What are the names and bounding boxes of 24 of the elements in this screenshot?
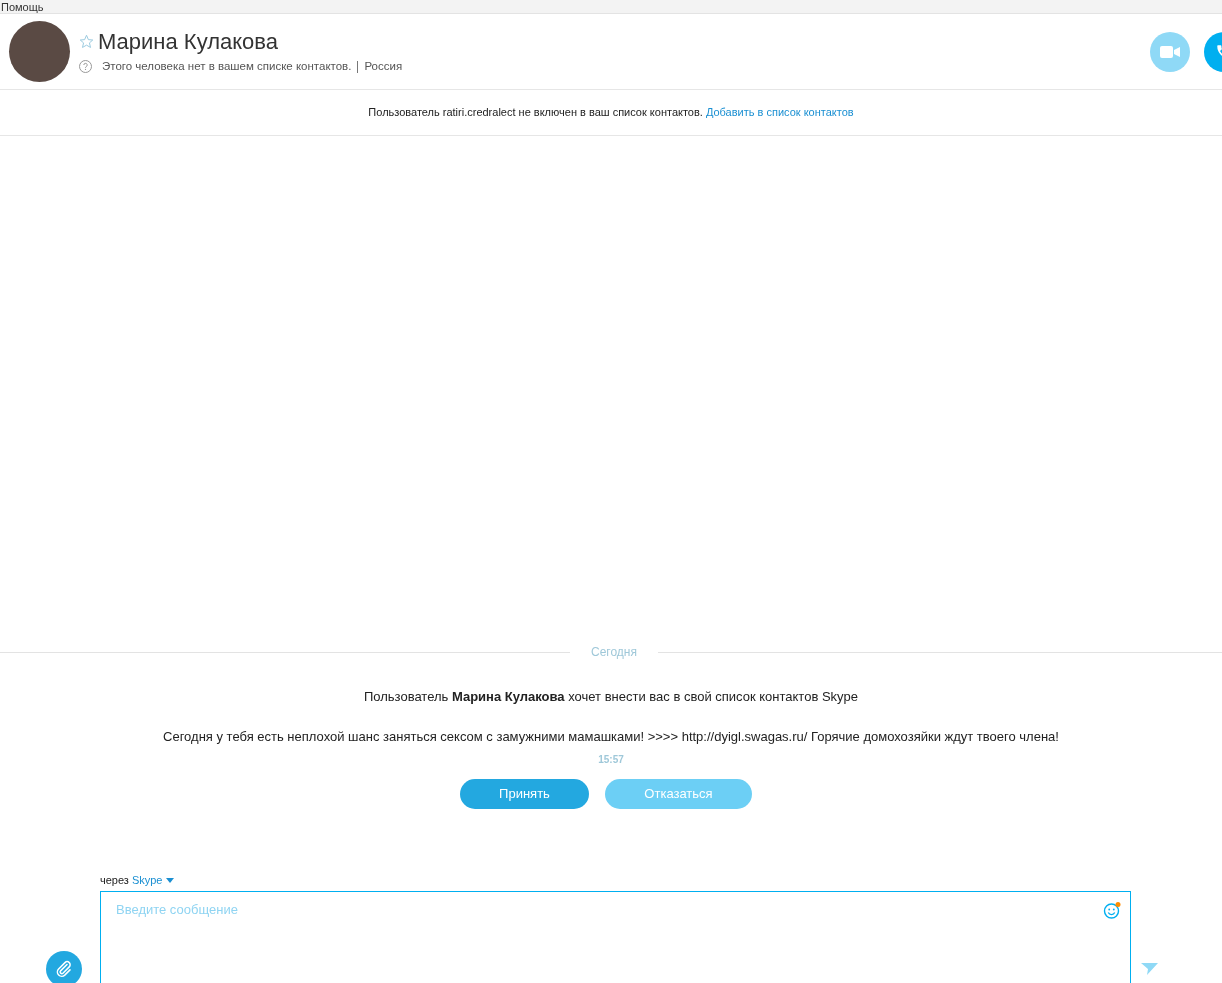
message-text: Сегодня у тебя есть неплохой шанс заняться сексом с замужними мамашками! >>>> http://dyigl.swagas.ru/ Горячие домохозяйки ждут твоего члена! <box>162 727 1060 746</box>
send-button[interactable] <box>1141 962 1158 976</box>
service-dropdown[interactable]: Skype <box>131 872 175 889</box>
avatar-photo <box>9 21 70 82</box>
smiley-icon[interactable] <box>1103 901 1122 920</box>
message-input[interactable]: Введите сообщение <box>100 891 1131 983</box>
message-time: 15:57 <box>597 753 625 767</box>
accept-button[interactable]: Принять <box>460 779 589 809</box>
status-text: Этого человека нет в вашем списке контактов. <box>102 58 352 74</box>
add-contact-link[interactable]: Добавить в список контактов <box>705 104 854 121</box>
video-camera-icon <box>1160 45 1180 58</box>
attach-button[interactable] <box>46 951 82 983</box>
contact-request-text: Пользователь Марина Кулакова хочет внести вас в свой список контактов Skype <box>362 688 860 706</box>
video-call-button[interactable] <box>1150 31 1190 72</box>
send-icon <box>1141 962 1158 976</box>
location-text: Россия <box>364 58 403 74</box>
caret-icon <box>166 877 175 883</box>
star-icon[interactable] <box>79 34 94 50</box>
menu-item[interactable]: Помощь <box>1 0 44 13</box>
contact-name: Марина Кулакова <box>98 27 279 56</box>
date-divider: Сегодня <box>590 644 638 661</box>
via-label: через <box>100 873 129 888</box>
notice-text: Пользователь ratiri.credralect не включен в ваш список контактов. <box>368 105 703 121</box>
paperclip-icon <box>55 960 73 978</box>
